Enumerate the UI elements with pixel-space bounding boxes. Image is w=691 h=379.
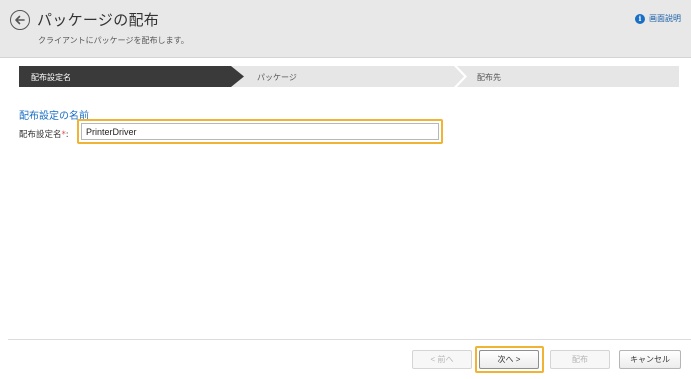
page-title: パッケージの配布	[37, 11, 160, 29]
step-target: 配布先	[477, 73, 501, 82]
help-link[interactable]: i 画面説明	[635, 13, 681, 24]
deploy-button[interactable]: 配布	[550, 350, 610, 369]
wizard-steps: 配布設定名 パッケージ 配布先	[19, 66, 679, 87]
next-button[interactable]: 次へ >	[479, 350, 539, 369]
prev-button[interactable]: < 前へ	[412, 350, 472, 369]
step-package: パッケージ	[257, 73, 297, 82]
wizard-steps-graphic	[19, 66, 679, 87]
step-name: 配布設定名	[31, 73, 71, 82]
field-label-suffix: :	[65, 130, 69, 140]
field-label-deploy-name: 配布設定名*:	[19, 128, 69, 140]
page-header: パッケージの配布 クライアントにパッケージを配布します。 i 画面説明	[0, 0, 691, 58]
footer-divider	[8, 339, 691, 340]
field-label-text: 配布設定名	[19, 130, 62, 140]
help-label: 画面説明	[649, 14, 681, 23]
arrow-left-icon	[15, 15, 25, 25]
back-button[interactable]	[10, 10, 30, 30]
deploy-name-input[interactable]	[81, 123, 439, 140]
cancel-button[interactable]: キャンセル	[619, 350, 681, 369]
page-subtitle: クライアントにパッケージを配布します。	[38, 36, 189, 45]
info-icon: i	[635, 13, 645, 24]
